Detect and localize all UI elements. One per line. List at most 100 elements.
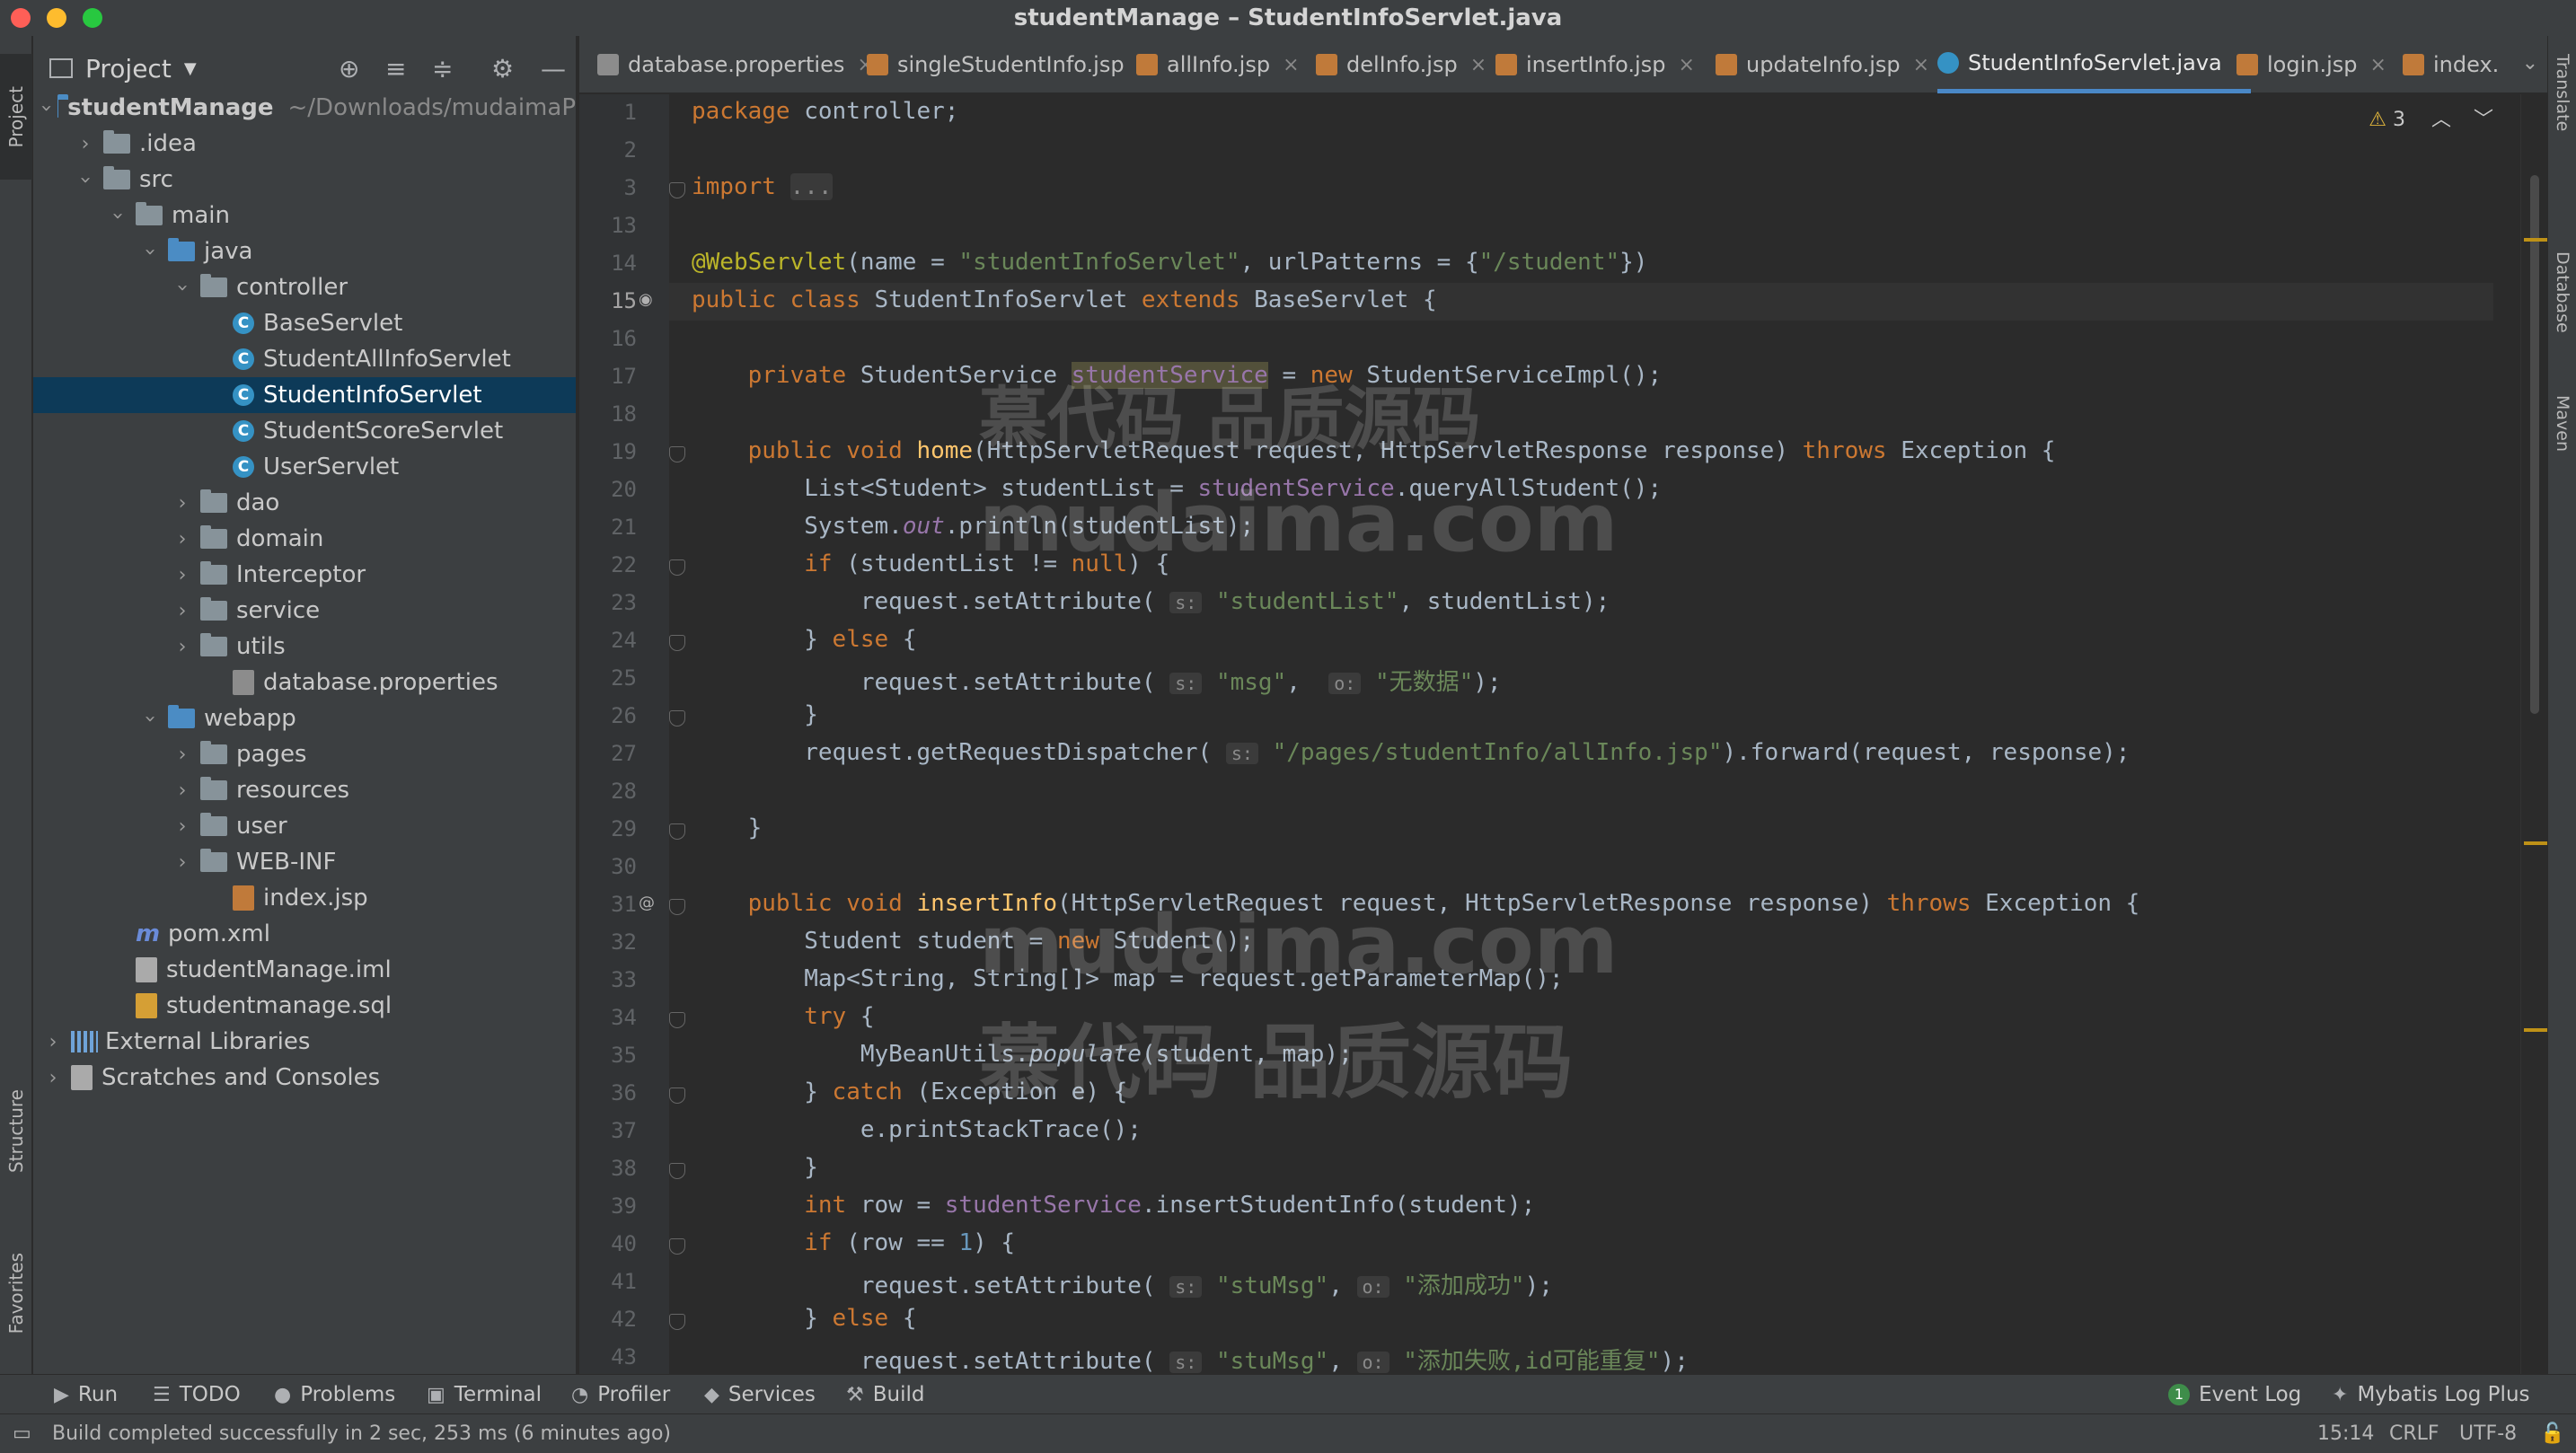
locate-icon[interactable]: ⊕ <box>339 54 359 84</box>
database-tool-tab[interactable]: Database <box>2548 251 2576 413</box>
code-line[interactable]: } else { <box>692 1305 916 1332</box>
tool-window-button[interactable]: ⚒ Build <box>846 1375 924 1414</box>
line-number[interactable]: 1 <box>579 100 637 125</box>
tree-item[interactable]: studentmanage.sql <box>33 988 576 1024</box>
status-toggle-icon[interactable]: ▭ <box>13 1414 31 1453</box>
line-number[interactable]: 31 <box>579 892 637 917</box>
favorites-tool-tab[interactable]: Favorites <box>0 1230 32 1356</box>
tree-item[interactable]: database.properties <box>33 665 576 700</box>
line-number[interactable]: 43 <box>579 1344 637 1369</box>
structure-tool-tab[interactable]: Structure <box>0 1069 32 1194</box>
scrollbar-thumb[interactable] <box>2530 175 2539 714</box>
fold-marker-icon[interactable] <box>669 1238 685 1255</box>
code-line[interactable]: e.printStackTrace(); <box>692 1116 1142 1143</box>
line-number[interactable]: 37 <box>579 1118 637 1143</box>
line-number[interactable]: 19 <box>579 439 637 464</box>
line-number[interactable]: 41 <box>579 1269 637 1294</box>
tab-list-chevron-icon[interactable]: ⌄ <box>2522 52 2538 75</box>
line-number[interactable]: 39 <box>579 1193 637 1219</box>
tree-item[interactable]: › webapp <box>33 700 576 736</box>
tree-item[interactable]: › src <box>33 162 576 198</box>
tree-item[interactable]: C StudentScoreServlet <box>33 413 576 449</box>
chevron-down-icon[interactable]: › <box>107 205 129 226</box>
override-marker-icon[interactable]: @ <box>639 894 655 912</box>
tree-item[interactable]: › java <box>33 233 576 269</box>
tree-item[interactable]: › service <box>33 593 576 629</box>
chevron-right-icon[interactable]: › <box>172 564 193 586</box>
chevron-right-icon[interactable]: › <box>172 744 193 766</box>
file-encoding[interactable]: UTF-8 <box>2459 1414 2517 1453</box>
chevron-right-icon[interactable]: › <box>172 815 193 838</box>
line-number[interactable]: 20 <box>579 477 637 502</box>
fold-marker-icon[interactable] <box>669 899 685 915</box>
code-line[interactable]: request.getRequestDispatcher( s: "/pages… <box>692 739 2130 766</box>
class-hierarchy-icon[interactable]: ◉ <box>639 290 655 309</box>
editor-tab[interactable]: updateInfo.jsp × <box>1716 36 1929 93</box>
tree-item[interactable]: › studentManage ~/Downloads/mudaimaP <box>33 90 576 126</box>
tool-window-button[interactable]: ✦ Mybatis Log Plus <box>2332 1375 2530 1414</box>
fold-marker-icon[interactable] <box>669 823 685 840</box>
chevron-right-icon[interactable]: › <box>172 851 193 874</box>
tool-window-button[interactable]: ▣ Terminal <box>427 1375 542 1414</box>
code-line[interactable]: if (row == 1) { <box>692 1229 1015 1256</box>
line-number[interactable]: 26 <box>579 703 637 728</box>
code-editor[interactable]: 1 2 3 13 14 15 ◉ 16 17 18 19 20 21 22 23 24 25 26 27 28 29 30… <box>579 94 2547 1374</box>
code-line[interactable]: } <box>692 1154 818 1181</box>
warning-marker[interactable] <box>2524 238 2547 242</box>
previous-highlight-icon[interactable]: ︿ <box>2431 109 2451 131</box>
close-icon[interactable]: × <box>1678 54 1694 76</box>
tree-item[interactable]: › External Libraries <box>33 1024 576 1060</box>
fold-marker-icon[interactable] <box>669 635 685 651</box>
code-line[interactable]: int row = studentService.insertStudentIn… <box>692 1192 1535 1219</box>
tool-window-button[interactable]: 1 Event Log <box>2168 1375 2301 1414</box>
line-number[interactable]: 42 <box>579 1307 637 1332</box>
line-number[interactable]: 36 <box>579 1080 637 1105</box>
editor-tab[interactable]: database.properties × <box>597 36 874 93</box>
fold-marker-icon[interactable] <box>669 1012 685 1028</box>
tree-item[interactable]: C StudentAllInfoServlet <box>33 341 576 377</box>
tool-window-button[interactable]: ▶ Run <box>54 1375 118 1414</box>
tree-item[interactable]: › WEB-INF <box>33 844 576 880</box>
chevron-down-icon[interactable]: › <box>139 241 162 262</box>
translate-tool-tab[interactable]: Translate <box>2548 54 2576 216</box>
tree-item[interactable]: › Scratches and Consoles <box>33 1060 576 1096</box>
chevron-right-icon[interactable]: › <box>75 133 96 155</box>
line-number[interactable]: 14 <box>579 251 637 276</box>
code-line[interactable]: } else { <box>692 626 916 653</box>
line-number[interactable]: 38 <box>579 1156 637 1181</box>
code-line[interactable]: @WebServlet(name = "studentInfoServlet",… <box>692 249 1647 276</box>
next-highlight-icon[interactable]: ﹀ <box>2474 109 2493 131</box>
line-number[interactable]: 35 <box>579 1043 637 1068</box>
lock-icon[interactable]: 🔓 <box>2540 1414 2564 1453</box>
inspection-widget[interactable]: ⚠ 3 ︿ ﹀ <box>2369 103 2493 132</box>
tool-window-button[interactable]: ☰ TODO <box>153 1375 241 1414</box>
project-view-selector[interactable]: Project <box>85 54 172 84</box>
editor-tab[interactable]: login.jsp × <box>2236 36 2386 93</box>
editor-tab[interactable]: allInfo.jsp × <box>1136 36 1300 93</box>
code-line[interactable]: request.setAttribute( s: "stuMsg", o: "添… <box>692 1267 1553 1300</box>
line-number[interactable]: 18 <box>579 401 637 427</box>
collapse-all-icon[interactable]: ≑ <box>432 54 453 84</box>
close-icon[interactable]: × <box>1913 54 1929 76</box>
line-number[interactable]: 29 <box>579 816 637 841</box>
line-number[interactable]: 13 <box>579 213 637 238</box>
tree-item[interactable]: › utils <box>33 629 576 665</box>
chevron-down-icon[interactable]: ▼ <box>184 59 197 78</box>
tree-item[interactable]: › user <box>33 808 576 844</box>
line-number[interactable]: 34 <box>579 1005 637 1030</box>
chevron-down-icon[interactable]: › <box>139 708 162 729</box>
chevron-down-icon[interactable]: › <box>172 277 194 298</box>
code-line[interactable]: public class StudentInfoServlet extends … <box>692 286 1437 313</box>
code-line[interactable]: request.setAttribute( s: "stuMsg", o: "添… <box>692 1343 1689 1374</box>
editor-tab[interactable]: delInfo.jsp × <box>1316 36 1486 93</box>
code-line[interactable]: request.setAttribute( s: "studentList", … <box>692 588 1610 615</box>
line-number[interactable]: 33 <box>579 967 637 992</box>
tree-item[interactable]: index.jsp <box>33 880 576 916</box>
fold-marker-icon[interactable] <box>669 446 685 462</box>
line-number[interactable]: 22 <box>579 552 637 577</box>
line-number[interactable]: 28 <box>579 779 637 804</box>
warning-marker[interactable] <box>2524 841 2547 845</box>
line-number[interactable]: 15 <box>579 288 637 313</box>
code-line[interactable]: package controller; <box>692 98 958 125</box>
line-number[interactable]: 21 <box>579 515 637 540</box>
